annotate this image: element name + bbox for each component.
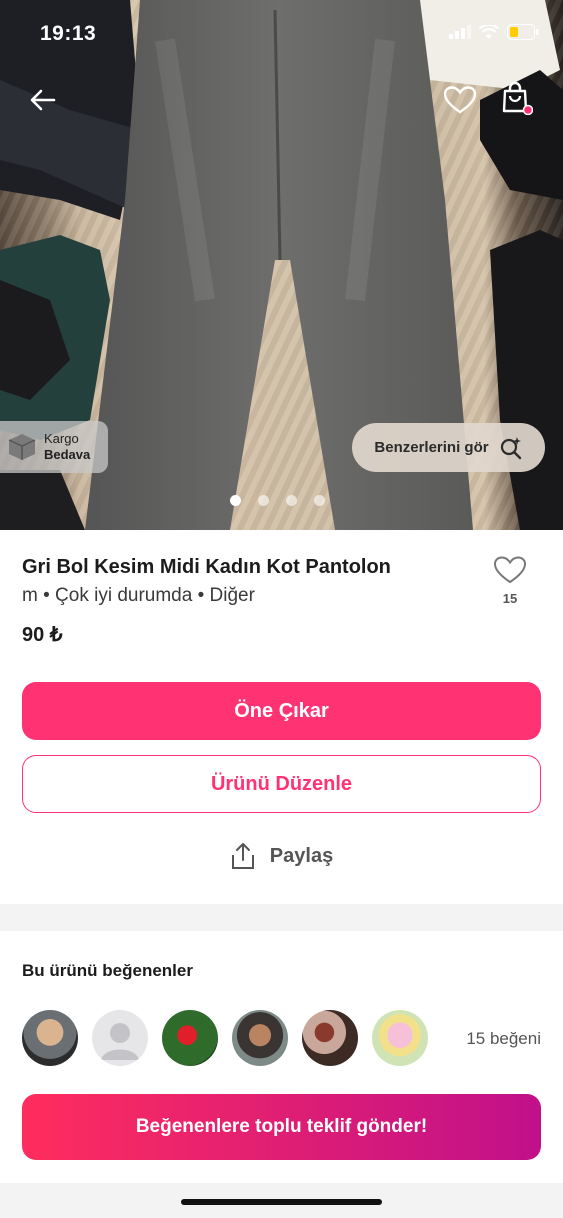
product-title: Gri Bol Kesim Midi Kadın Kot Pantolon (22, 556, 391, 578)
avatar[interactable] (92, 1010, 148, 1066)
favorite-button[interactable] (440, 80, 480, 120)
shopping-bag-icon (502, 81, 533, 115)
wifi-icon (479, 24, 499, 39)
badge-line2: Bedava (44, 447, 91, 462)
bulk-offer-button[interactable]: Beğenenlere toplu teklif gönder! (22, 1094, 541, 1160)
user-placeholder-icon (101, 1023, 139, 1060)
heart-icon (444, 86, 476, 114)
share-icon (231, 843, 254, 869)
product-image[interactable]: 19:13 Kargo Bedava Benzerlerini gör (0, 0, 563, 530)
share-button[interactable]: Paylaş (0, 842, 563, 870)
share-label: Paylaş (269, 844, 334, 867)
back-button[interactable] (23, 80, 63, 120)
pager-dot[interactable] (258, 495, 269, 506)
product-meta: m • Çok iyi durumda • Diğer (22, 585, 255, 606)
pager-dot[interactable] (314, 495, 325, 506)
arrow-left-icon (30, 89, 56, 111)
box-icon (8, 434, 36, 460)
likers-heading: Bu ürünü beğenenler (22, 961, 193, 980)
product-price: 90 ₺ (22, 624, 63, 646)
see-similar-label: Benzerlerini gör (374, 439, 489, 456)
image-pager[interactable] (230, 495, 325, 506)
badge-line1: Kargo (44, 431, 79, 446)
avatar[interactable] (162, 1010, 218, 1066)
like-count: 15 (502, 591, 518, 606)
avatar[interactable] (372, 1010, 428, 1066)
status-time: 19:13 (40, 22, 97, 45)
avatar[interactable] (232, 1010, 288, 1066)
likers-section: Bu ürünü beğenenler 15 beğeni Beğenenler… (0, 931, 563, 1183)
edit-product-button[interactable]: Ürünü Düzenle (22, 755, 541, 813)
see-similar-button[interactable]: Benzerlerini gör (352, 423, 545, 472)
avatar[interactable] (22, 1010, 78, 1066)
battery-icon (507, 24, 539, 40)
free-shipping-badge: Kargo Bedava (0, 421, 108, 473)
heart-outline-icon (493, 556, 527, 584)
pager-dot[interactable] (230, 495, 241, 506)
like-button[interactable]: 15 (490, 556, 530, 606)
signal-icon (449, 25, 471, 39)
likers-count[interactable]: 15 beğeni (466, 1029, 541, 1049)
pager-dot[interactable] (286, 495, 297, 506)
sparkle-search-icon (500, 436, 521, 459)
promote-button[interactable]: Öne Çıkar (22, 682, 541, 740)
cart-button[interactable] (497, 78, 537, 118)
home-indicator (181, 1199, 382, 1205)
product-info-card: Gri Bol Kesim Midi Kadın Kot Pantolon m … (0, 530, 563, 904)
avatar[interactable] (302, 1010, 358, 1066)
